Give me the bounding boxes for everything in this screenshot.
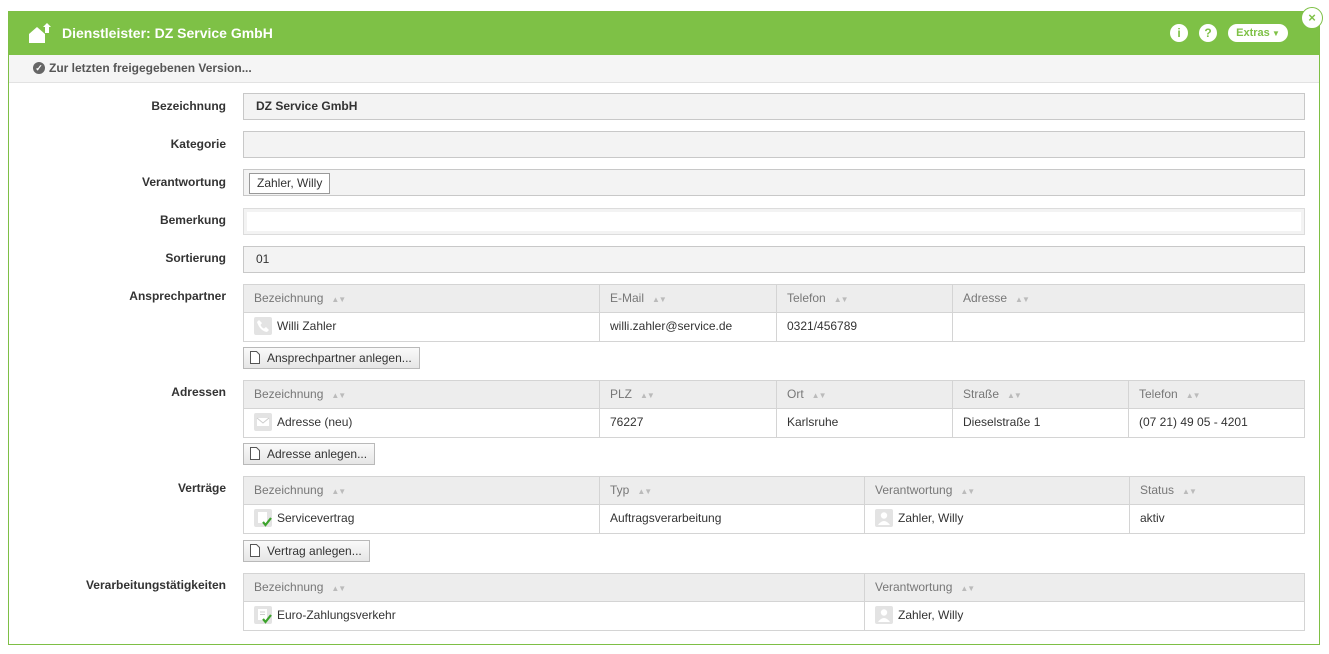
add-address-button[interactable]: Adresse anlegen... <box>243 443 376 465</box>
new-document-icon <box>250 351 260 364</box>
dialog-window: Dienstleister: DZ Service GmbH i ? Extra… <box>8 7 1323 645</box>
column-header-bezeichnung[interactable]: Bezeichnung ▲▼ <box>244 574 864 601</box>
address-plz-cell: 76227 <box>599 409 776 437</box>
window-title: Dienstleister: DZ Service GmbH <box>62 25 273 41</box>
sort-icon[interactable]: ▲▼ <box>331 391 346 400</box>
verarbeitung-table: Bezeichnung ▲▼ Verantwortung ▲▼ Euro-Zahlu… <box>243 573 1305 631</box>
version-bar: ✓ Zur letzten freigegebenen Version... <box>9 55 1319 83</box>
table-row[interactable]: Euro-Zahlungsverkehr Zahler, Willy <box>244 602 1304 630</box>
table-row[interactable]: Adresse (neu) 76227 Karlsruhe Dieselstra… <box>244 409 1304 437</box>
bemerkung-label: Bemerkung <box>159 213 226 227</box>
column-header-plz[interactable]: PLZ ▲▼ <box>599 381 776 408</box>
column-header-adresse[interactable]: Adresse ▲▼ <box>952 285 1304 312</box>
address-card-icon <box>254 412 272 431</box>
sort-icon[interactable]: ▲▼ <box>960 584 975 593</box>
title-bar: Dienstleister: DZ Service GmbH i ? Extra… <box>9 7 1323 55</box>
sort-icon[interactable]: ▲▼ <box>1186 391 1201 400</box>
add-contact-button[interactable]: Ansprechpartner anlegen... <box>243 347 420 369</box>
close-icon[interactable]: × <box>1301 7 1323 29</box>
ansprechpartner-table: Bezeichnung ▲▼ E-Mail ▲▼ Telefon ▲▼ Adresse… <box>243 284 1305 342</box>
vertraege-label: Verträge <box>177 481 226 495</box>
bezeichnung-field[interactable]: DZ Service GmbH <box>243 93 1305 120</box>
bezeichnung-label: Bezeichnung <box>151 99 226 113</box>
ansprechpartner-label: Ansprechpartner <box>129 289 226 303</box>
sort-icon[interactable]: ▲▼ <box>637 487 652 496</box>
verantwortung-label: Verantwortung <box>141 175 226 189</box>
processing-approved-icon <box>254 605 272 624</box>
service-provider-icon <box>29 23 51 43</box>
verarbeitung-label: Verarbeitungstätigkeiten <box>85 578 226 592</box>
vertraege-table: Bezeichnung ▲▼ Typ ▲▼ Verantwortung ▲▼ Stat… <box>243 476 1305 534</box>
column-header-telefon[interactable]: Telefon ▲▼ <box>776 285 952 312</box>
column-header-ort[interactable]: Ort ▲▼ <box>776 381 952 408</box>
sort-icon[interactable]: ▲▼ <box>834 295 849 304</box>
column-header-typ[interactable]: Typ ▲▼ <box>599 477 864 504</box>
bemerkung-field[interactable] <box>243 208 1305 235</box>
add-contract-button[interactable]: Vertrag anlegen... <box>243 540 370 562</box>
adressen-table: Bezeichnung ▲▼ PLZ ▲▼ Ort ▲▼ Straße ▲▼ Telef… <box>243 380 1305 438</box>
sort-icon[interactable]: ▲▼ <box>960 487 975 496</box>
address-name-cell[interactable]: Adresse (neu) <box>244 409 599 437</box>
column-header-status[interactable]: Status ▲▼ <box>1129 477 1304 504</box>
user-avatar-icon <box>875 605 893 624</box>
contact-email-cell: willi.zahler@service.de <box>599 313 776 341</box>
table-row[interactable]: Servicevertrag Auftragsverarbeitung Zahl… <box>244 505 1304 533</box>
user-avatar-icon <box>875 508 893 527</box>
column-header-email[interactable]: E-Mail ▲▼ <box>599 285 776 312</box>
column-header-verantwortung[interactable]: Verantwortung ▲▼ <box>864 477 1129 504</box>
last-version-link[interactable]: Zur letzten freigegebenen Version... <box>49 61 252 75</box>
address-ort-cell: Karlsruhe <box>776 409 952 437</box>
contract-name-cell[interactable]: Servicevertrag <box>244 505 599 533</box>
contract-status-cell: aktiv <box>1129 505 1304 533</box>
address-strasse-cell: Dieselstraße 1 <box>952 409 1128 437</box>
address-telefon-cell: (07 21) 49 05 - 4201 <box>1128 409 1304 437</box>
contact-phone-cell: 0321/456789 <box>776 313 952 341</box>
extras-menu-button[interactable]: Extras ▼ <box>1228 24 1288 42</box>
new-document-icon <box>250 447 260 460</box>
table-header: Bezeichnung ▲▼ PLZ ▲▼ Ort ▲▼ Straße ▲▼ Telef… <box>244 381 1304 409</box>
column-header-bezeichnung[interactable]: Bezeichnung ▲▼ <box>244 381 599 408</box>
sort-icon[interactable]: ▲▼ <box>652 295 667 304</box>
column-header-verantwortung[interactable]: Verantwortung ▲▼ <box>864 574 1304 601</box>
column-header-bezeichnung[interactable]: Bezeichnung ▲▼ <box>244 285 599 312</box>
column-header-strasse[interactable]: Straße ▲▼ <box>952 381 1128 408</box>
sort-icon[interactable]: ▲▼ <box>331 584 346 593</box>
contact-address-cell <box>952 313 1304 341</box>
kategorie-label: Kategorie <box>170 137 226 151</box>
sort-icon[interactable]: ▲▼ <box>1182 487 1197 496</box>
sort-icon[interactable]: ▲▼ <box>1007 391 1022 400</box>
processing-responsible-cell: Zahler, Willy <box>864 602 1304 630</box>
table-header: Bezeichnung ▲▼ Verantwortung ▲▼ <box>244 574 1304 602</box>
sort-icon[interactable]: ▲▼ <box>331 295 346 304</box>
responsible-chip[interactable]: Zahler, Willy <box>249 173 331 194</box>
phone-contact-icon <box>254 316 272 335</box>
check-circle-icon: ✓ <box>33 62 45 74</box>
contract-responsible-cell: Zahler, Willy <box>864 505 1129 533</box>
table-row[interactable]: Willi Zahler willi.zahler@service.de 032… <box>244 313 1304 341</box>
sortierung-field[interactable]: 01 <box>243 246 1305 273</box>
verantwortung-field[interactable]: Zahler, Willy <box>243 169 1305 196</box>
help-icon[interactable]: ? <box>1199 24 1217 42</box>
table-header: Bezeichnung ▲▼ Typ ▲▼ Verantwortung ▲▼ Stat… <box>244 477 1304 505</box>
new-document-icon <box>250 544 260 557</box>
sortierung-label: Sortierung <box>165 251 226 265</box>
kategorie-field[interactable] <box>243 131 1305 158</box>
extras-label: Extras <box>1236 27 1270 39</box>
sort-icon[interactable]: ▲▼ <box>812 391 827 400</box>
contract-type-cell: Auftragsverarbeitung <box>599 505 864 533</box>
table-header: Bezeichnung ▲▼ E-Mail ▲▼ Telefon ▲▼ Adresse… <box>244 285 1304 313</box>
caret-down-icon: ▼ <box>1269 29 1280 38</box>
column-header-telefon[interactable]: Telefon ▲▼ <box>1128 381 1304 408</box>
sort-icon[interactable]: ▲▼ <box>1015 295 1030 304</box>
contract-approved-icon <box>254 508 272 527</box>
adressen-label: Adressen <box>171 385 226 399</box>
sort-icon[interactable]: ▲▼ <box>331 487 346 496</box>
contact-name-cell[interactable]: Willi Zahler <box>244 313 599 341</box>
sort-icon[interactable]: ▲▼ <box>640 391 655 400</box>
info-icon[interactable]: i <box>1170 24 1188 42</box>
processing-name-cell[interactable]: Euro-Zahlungsverkehr <box>244 602 864 630</box>
